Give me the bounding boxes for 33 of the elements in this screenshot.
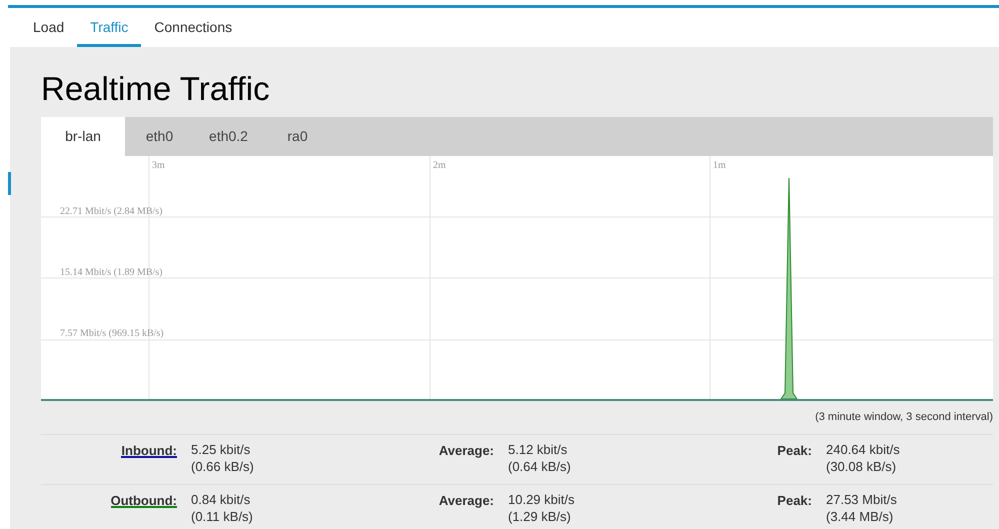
stat-label: Peak: — [777, 442, 812, 458]
time-label: 3m — [152, 159, 165, 173]
stat-value: (0.64 kB/s) — [508, 458, 571, 475]
stat-value: 10.29 kbit/s — [508, 491, 574, 508]
rate-label: 22.71 Mbit/s (2.84 MB/s) — [60, 205, 163, 219]
stat-label: Peak: — [777, 492, 812, 508]
stat-value: (0.66 kB/s) — [191, 458, 254, 475]
stat-value: 5.25 kbit/s — [191, 441, 252, 458]
accent-bar — [8, 172, 11, 195]
stat-value: 240.64 kbit/s — [826, 441, 900, 458]
rate-label: 15.14 Mbit/s (1.89 MB/s) — [60, 266, 163, 280]
direction-label: Outbound: — [110, 491, 177, 508]
interface-tab[interactable]: eth0.2 — [194, 117, 263, 156]
stat-value: (0.11 kB/s) — [191, 508, 253, 525]
time-label: 2m — [433, 159, 446, 173]
stat-value: 5.12 kbit/s — [508, 441, 568, 458]
interface-tab[interactable]: br-lan — [41, 117, 125, 156]
nav-tab[interactable]: Connections — [141, 8, 246, 47]
stat-value: 0.84 kbit/s — [191, 491, 252, 508]
stat-value: (3.44 MB/s) — [826, 508, 894, 525]
stat-value: (30.08 kB/s) — [826, 458, 898, 475]
interface-tab[interactable]: eth0 — [125, 117, 194, 156]
stat-label: Average: — [438, 442, 494, 458]
direction-label: Inbound: — [121, 441, 177, 458]
page-title: Realtime Traffic — [41, 69, 271, 109]
rate-label: 7.57 Mbit/s (969.15 kB/s) — [60, 327, 164, 341]
interface-tab[interactable]: ra0 — [263, 117, 332, 156]
nav-tab[interactable]: Load — [20, 8, 78, 47]
stat-value: 27.53 Mbit/s — [826, 491, 897, 508]
graph-caption: (3 minute window, 3 second interval) — [815, 410, 993, 426]
stat-value: (1.29 kB/s) — [508, 508, 572, 525]
time-label: 1m — [713, 159, 726, 173]
stat-label: Average: — [438, 492, 494, 508]
